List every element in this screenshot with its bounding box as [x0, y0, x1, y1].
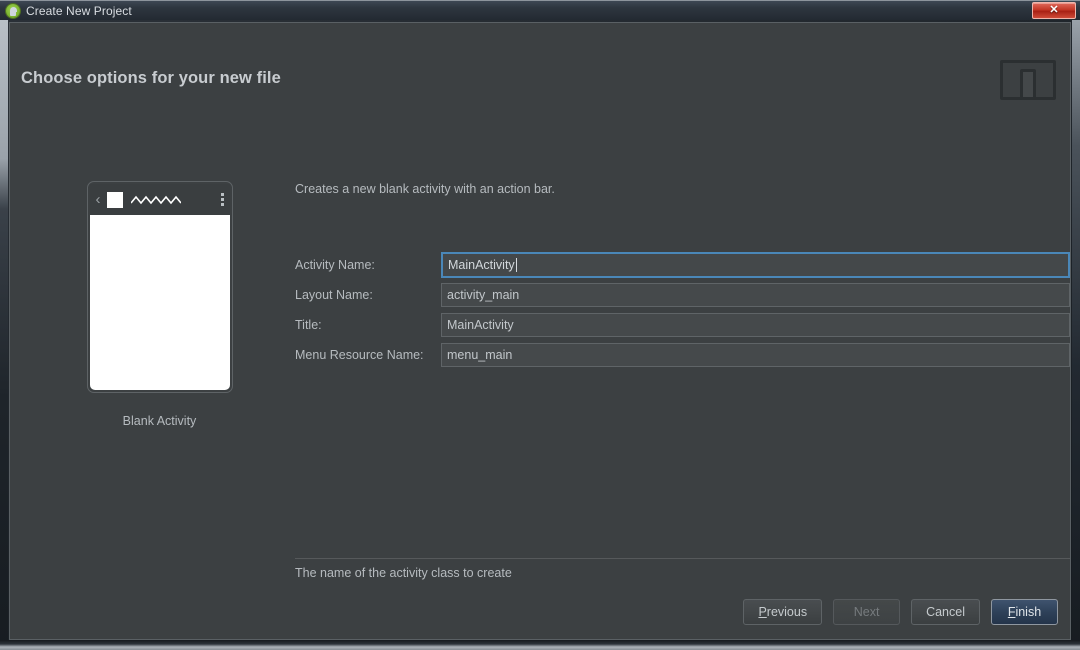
zigzag-title-placeholder-icon — [130, 195, 181, 204]
menu-resource-name-input[interactable]: menu_main — [441, 343, 1070, 367]
android-robot-icon — [6, 3, 20, 18]
window-frame-right — [1072, 20, 1080, 650]
menu-resource-name-label: Menu Resource Name: — [295, 348, 424, 362]
previous-mnemonic: P — [758, 605, 767, 619]
close-icon: ✕ — [1049, 4, 1059, 16]
finish-button[interactable]: Finish — [991, 599, 1058, 625]
layout-name-label: Layout Name: — [295, 288, 373, 302]
close-button[interactable]: ✕ — [1032, 2, 1076, 19]
footer-separator — [295, 558, 1070, 559]
page-title: Choose options for your new file — [21, 69, 281, 87]
layout-name-input[interactable]: activity_main — [441, 283, 1070, 307]
cancel-button[interactable]: Cancel — [911, 599, 980, 625]
titlebar-left-group: Create New Project — [0, 3, 132, 18]
window-titlebar[interactable]: Create New Project ✕ — [0, 0, 1080, 20]
form-area: Creates a new blank activity with an act… — [284, 23, 1070, 639]
window-frame-bottom — [0, 640, 1080, 650]
window-title: Create New Project — [26, 3, 132, 18]
text-caret — [515, 258, 517, 272]
form-row-layout-name: Layout Name: activity_main — [295, 280, 1070, 310]
back-chevron-icon: ‹ — [95, 191, 101, 208]
activity-name-input[interactable]: MainActivity — [441, 252, 1070, 278]
layout-name-value: activity_main — [447, 288, 520, 302]
finish-suffix: inish — [1015, 605, 1042, 619]
preview-action-bar: ‹ — [89, 184, 230, 215]
menu-resource-name-value: menu_main — [447, 348, 513, 362]
cancel-button-label: Cancel — [926, 605, 965, 619]
previous-button[interactable]: Previous — [743, 599, 823, 625]
form-row-activity-name: Activity Name: MainActivity — [295, 250, 1070, 280]
preview-content-canvas — [89, 215, 230, 390]
form-row-title: Title: MainActivity — [295, 310, 1070, 340]
preview-caption: Blank Activity — [122, 414, 197, 428]
overflow-menu-icon — [220, 193, 224, 206]
helper-text: The name of the activity class to create — [295, 566, 512, 580]
dialog-button-bar: Previous Next Cancel Finish — [743, 599, 1058, 625]
dialog-client-area: Choose options for your new file ‹ Blank… — [9, 22, 1071, 640]
title-label: Title: — [295, 318, 322, 332]
app-logo-icon — [106, 191, 123, 208]
activity-name-label: Activity Name: — [295, 258, 375, 272]
template-preview-column: ‹ Blank Activity — [77, 181, 242, 428]
title-input[interactable]: MainActivity — [441, 313, 1070, 337]
finish-button-label: Finish — [1008, 605, 1041, 619]
previous-button-label: Previous — [758, 605, 807, 619]
activity-name-value: MainActivity — [448, 258, 515, 272]
form-rows: Activity Name: MainActivity Layout Name:… — [295, 250, 1070, 370]
template-description: Creates a new blank activity with an act… — [295, 182, 555, 196]
window-frame-left — [0, 20, 8, 650]
create-new-project-window: Create New Project ✕ Choose options for … — [0, 0, 1080, 650]
previous-suffix: revious — [766, 605, 808, 619]
next-button[interactable]: Next — [833, 599, 901, 625]
title-value: MainActivity — [447, 318, 514, 332]
next-button-label: Next — [853, 605, 880, 619]
template-preview-thumbnail[interactable]: ‹ — [86, 181, 233, 393]
form-row-menu-resource-name: Menu Resource Name: menu_main — [295, 340, 1070, 370]
